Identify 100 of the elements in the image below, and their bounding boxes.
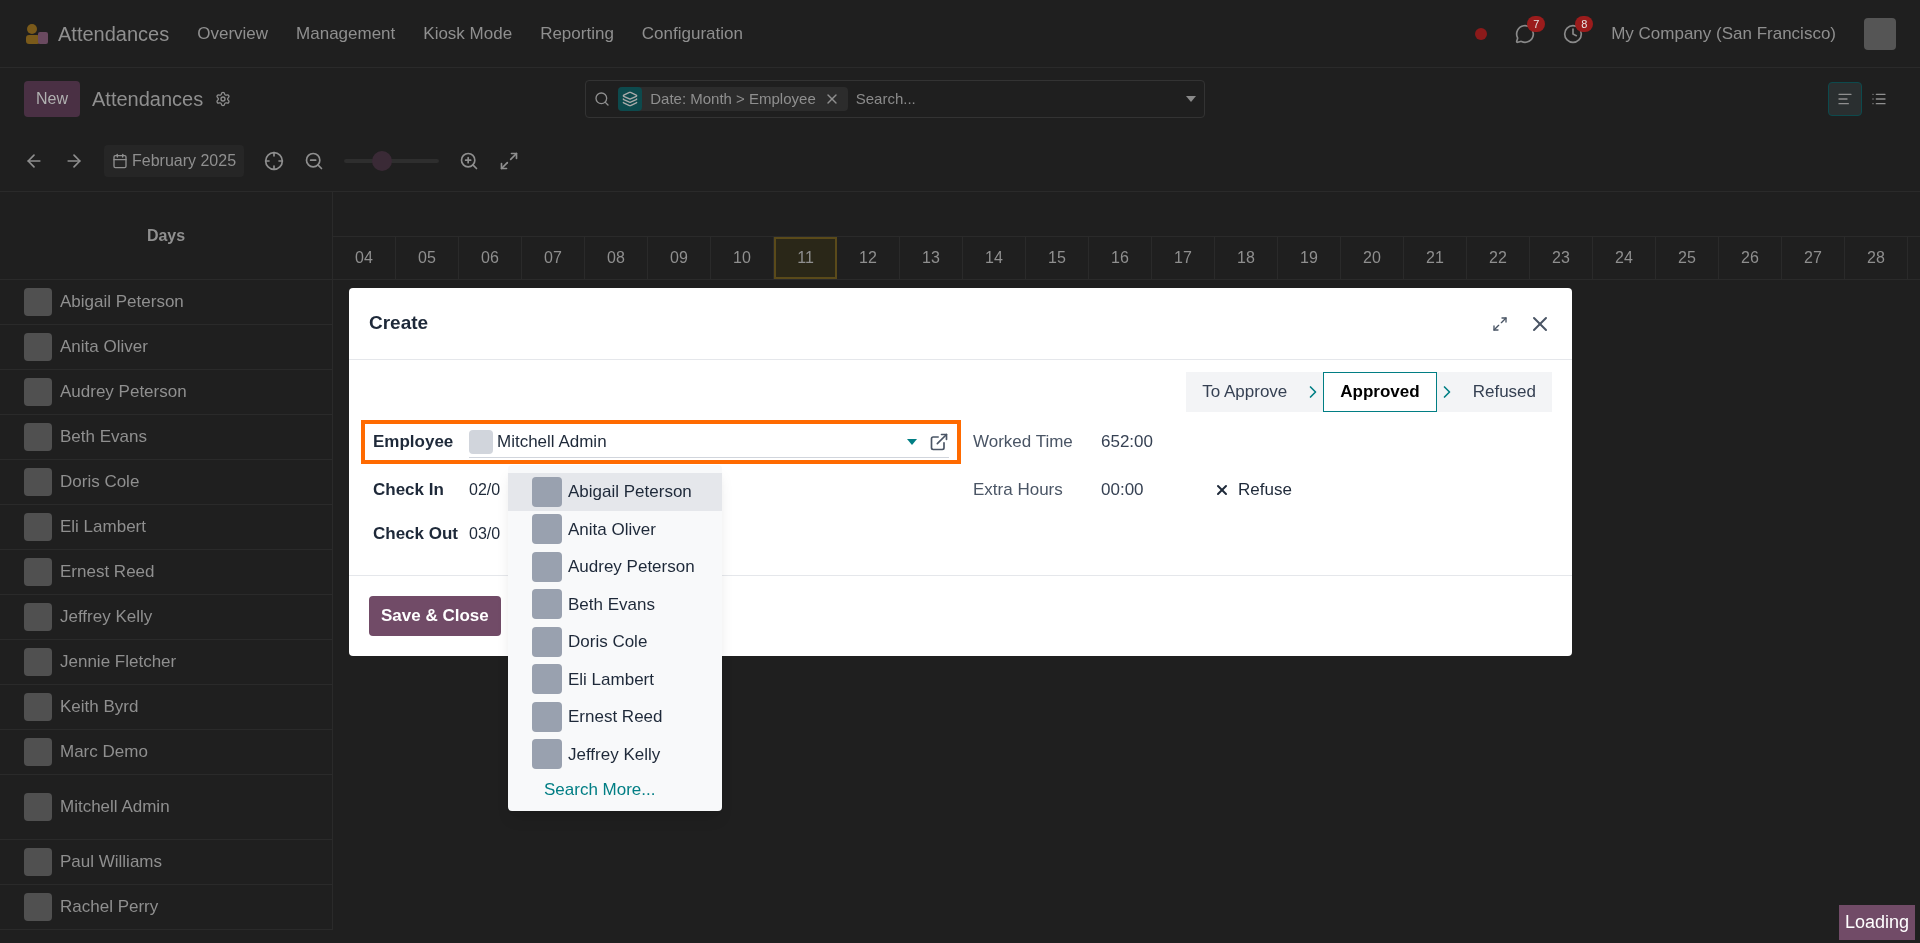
employee-name[interactable]: Marc Demo xyxy=(60,739,148,765)
filter-facet[interactable]: Date: Month > Employee xyxy=(618,87,848,111)
employee-avatar xyxy=(469,429,493,454)
expand-icon[interactable] xyxy=(1492,315,1508,332)
expand-icon[interactable] xyxy=(499,150,520,171)
new-button[interactable]: New xyxy=(24,81,80,117)
employee-name[interactable]: Ernest Reed xyxy=(60,559,155,585)
caret-icon[interactable] xyxy=(1186,96,1197,102)
employee-name[interactable]: Mitchell Admin xyxy=(60,794,170,820)
row-header: Days xyxy=(146,225,186,246)
caret-icon[interactable] xyxy=(907,438,917,445)
employee-name[interactable]: Eli Lambert xyxy=(60,514,146,540)
status-step[interactable]: Approved xyxy=(1323,372,1437,412)
day-header: 13 xyxy=(900,237,963,279)
menu-item[interactable]: Reporting xyxy=(540,20,614,47)
employee-avatar xyxy=(24,378,52,406)
employee-name[interactable]: Jennie Fletcher xyxy=(60,649,177,675)
dropdown-option[interactable]: Anita Oliver xyxy=(508,510,722,548)
crosshair-icon[interactable] xyxy=(264,150,285,171)
dropdown-option[interactable]: Ernest Reed xyxy=(508,698,722,736)
menu-item[interactable]: Kiosk Mode xyxy=(423,20,513,47)
settings-icon[interactable] xyxy=(215,91,232,107)
employee-name[interactable]: Jeffrey Kelly xyxy=(60,604,153,630)
zoom-slider[interactable] xyxy=(344,150,440,171)
field-value[interactable]: 03/0 xyxy=(469,522,501,546)
field-label: Check Out xyxy=(373,523,460,546)
employee-avatar xyxy=(532,626,562,657)
status-step[interactable]: Refused xyxy=(1456,372,1552,412)
dropdown-option[interactable]: Audrey Peterson xyxy=(508,548,722,586)
day-header: 25 xyxy=(1656,237,1719,279)
employee-name[interactable]: Paul Williams xyxy=(60,849,163,875)
gantt-icon xyxy=(1837,91,1853,107)
search-icon xyxy=(594,91,611,107)
employee-avatar xyxy=(532,701,562,732)
zoom-in-icon[interactable] xyxy=(459,150,480,171)
employee-avatar xyxy=(532,739,562,770)
field-value: 00:00 xyxy=(1101,479,1145,502)
day-header: 09 xyxy=(648,237,711,279)
employee-avatar xyxy=(532,514,562,545)
dropdown-option[interactable]: Jeffrey Kelly xyxy=(508,735,722,773)
menu-item[interactable]: Management xyxy=(296,20,396,47)
day-header: 23 xyxy=(1530,237,1593,279)
dropdown-option[interactable]: Eli Lambert xyxy=(508,660,722,698)
employee-avatar xyxy=(24,738,52,766)
employee-name[interactable]: Anita Oliver xyxy=(60,334,148,360)
day-header: 18 xyxy=(1215,237,1278,279)
day-header: 28 xyxy=(1845,237,1908,279)
employee-avatar xyxy=(24,693,52,721)
page-title: Attendances xyxy=(92,87,204,112)
day-header: 12 xyxy=(837,237,900,279)
slider-thumb[interactable] xyxy=(372,150,393,171)
zoom-out-icon[interactable] xyxy=(304,150,325,171)
search-input[interactable]: Search... xyxy=(855,87,1179,111)
day-header: 15 xyxy=(1026,237,1089,279)
app-name[interactable]: Attendances xyxy=(58,18,170,49)
status-step[interactable]: To Approve xyxy=(1186,372,1304,412)
dropdown-option[interactable]: Abigail Peterson xyxy=(508,473,722,511)
employee-name[interactable]: Audrey Peterson xyxy=(60,379,187,405)
day-header: 08 xyxy=(585,237,648,279)
employee-avatar xyxy=(24,793,52,821)
app-logo-icon[interactable] xyxy=(24,21,50,46)
employee-name[interactable]: Beth Evans xyxy=(60,424,147,450)
save-close-button[interactable]: Save & Close xyxy=(369,596,501,636)
day-header: 27 xyxy=(1782,237,1845,279)
employee-field[interactable]: Mitchell Admin xyxy=(469,426,949,458)
employee-avatar xyxy=(24,558,52,586)
day-header: 19 xyxy=(1278,237,1341,279)
gantt-view-button[interactable] xyxy=(1828,82,1862,116)
menu-item[interactable]: Configuration xyxy=(641,20,743,47)
field-value[interactable]: 02/0 xyxy=(469,478,501,502)
search-bar[interactable]: Date: Month > Employee Search... xyxy=(585,80,1206,118)
menu-item[interactable]: Overview xyxy=(197,20,269,47)
employee-avatar xyxy=(24,513,52,541)
employee-name[interactable]: Keith Byrd xyxy=(60,694,139,720)
dropdown-option[interactable]: Beth Evans xyxy=(508,585,722,623)
x-icon xyxy=(1214,482,1230,498)
calendar-icon xyxy=(112,152,128,169)
employee-avatar xyxy=(532,551,562,582)
employee-avatar xyxy=(24,648,52,676)
day-header: 20 xyxy=(1341,237,1404,279)
external-link-icon[interactable] xyxy=(929,431,949,452)
search-more-link[interactable]: Search More... xyxy=(508,777,722,803)
employee-avatar xyxy=(24,893,52,921)
loading-badge: Loading xyxy=(1838,905,1915,940)
period-button[interactable]: February 2025 xyxy=(104,144,245,177)
dialog-title: Create xyxy=(369,311,430,336)
chevron-icon xyxy=(1303,372,1324,412)
day-header: 05 xyxy=(396,237,459,279)
chat-icon[interactable] xyxy=(1515,23,1536,44)
employee-name[interactable]: Rachel Perry xyxy=(60,894,159,920)
company-name[interactable]: My Company (San Francisco) xyxy=(1611,20,1836,47)
employee-avatar xyxy=(24,603,52,631)
refuse-button[interactable]: Refuse xyxy=(1214,477,1292,503)
employee-name[interactable]: Doris Cole xyxy=(60,469,140,495)
day-header: 14 xyxy=(963,237,1026,279)
employee-name[interactable]: Abigail Peterson xyxy=(60,289,184,315)
dropdown-option[interactable]: Doris Cole xyxy=(508,623,722,661)
notification-badge: 8 xyxy=(1575,15,1594,32)
field-value: 652:00 xyxy=(1101,431,1154,454)
day-header: 06 xyxy=(459,237,522,279)
